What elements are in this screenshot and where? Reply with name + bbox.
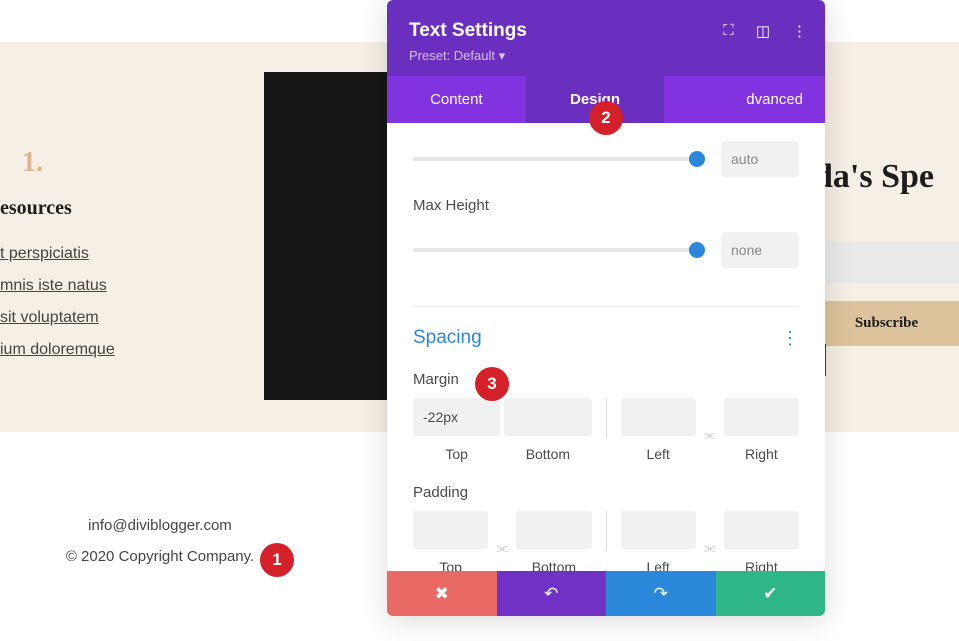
column-number: 1. (0, 147, 185, 179)
settings-panel: Text Settings Preset: Default ▾ ⛶ ◫ ⋮ Co… (387, 0, 825, 616)
slider-thumb[interactable] (689, 151, 705, 167)
preset-dropdown[interactable]: Preset: Default ▾ (409, 48, 803, 64)
undo-button[interactable]: ↶ (497, 571, 607, 616)
list-item[interactable]: ium doloremque (0, 338, 185, 362)
padding-label: Padding (413, 484, 799, 501)
margin-top-input[interactable] (413, 398, 500, 436)
columns-icon[interactable]: ◫ (756, 22, 770, 40)
padding-left-input[interactable] (621, 511, 696, 549)
max-height-label: Max Height (413, 197, 799, 214)
more-icon[interactable]: ⋮ (792, 22, 807, 40)
padding-top-input[interactable] (413, 511, 488, 549)
padding-right-input[interactable] (724, 511, 799, 549)
redo-button[interactable]: ↷ (606, 571, 716, 616)
margin-bottom-input[interactable] (504, 398, 591, 436)
tab-content[interactable]: Content (387, 76, 526, 123)
right-column: da's Spe Subscribe (814, 158, 959, 346)
slider-thumb[interactable] (689, 242, 705, 258)
label-bottom: Bottom (516, 559, 591, 571)
input-placeholder-bar[interactable] (814, 241, 959, 283)
margin-label: Margin (413, 371, 799, 388)
padding-bottom-input[interactable] (516, 511, 591, 549)
margin-inputs: Top Bottom Left ⫘ Right (413, 398, 799, 462)
link-icon[interactable]: ⫘ (700, 530, 720, 556)
label-bottom: Bottom (504, 446, 591, 462)
padding-inputs: Top ⫘ Bottom Left ⫘ Right (413, 511, 799, 571)
max-height-slider-row: none (413, 232, 799, 268)
spacing-section[interactable]: Spacing ⋮ (413, 306, 799, 349)
cancel-button[interactable]: ✖ (387, 571, 497, 616)
spacing-label: Spacing (413, 327, 482, 349)
annotation-badge-3: 3 (475, 367, 509, 401)
resource-links: t perspiciatis mnis iste natus sit volup… (0, 242, 185, 362)
link-icon[interactable]: ⫘ (492, 530, 512, 556)
subscribe-button[interactable]: Subscribe (814, 301, 959, 346)
confirm-button[interactable]: ✔ (716, 571, 826, 616)
divider (606, 398, 607, 438)
tab-advanced[interactable]: dvanced (664, 76, 825, 123)
column-heading: esources (0, 197, 185, 220)
width-slider-row: auto (413, 141, 799, 177)
list-item[interactable]: t perspiciatis (0, 242, 185, 266)
footer-email: info@diviblogger.com (0, 517, 320, 534)
panel-header-icons: ⛶ ◫ ⋮ (723, 22, 807, 40)
margin-left-input[interactable] (621, 398, 696, 436)
label-right: Right (724, 559, 799, 571)
divider (606, 511, 607, 551)
spacing-more-icon[interactable]: ⋮ (781, 328, 799, 349)
annotation-badge-2: 2 (589, 101, 623, 135)
max-height-value[interactable]: none (721, 232, 799, 268)
max-height-slider[interactable] (413, 248, 705, 252)
list-item[interactable]: sit voluptatem (0, 306, 185, 330)
panel-footer: ✖ ↶ ↷ ✔ (387, 571, 825, 616)
list-item[interactable]: mnis iste natus (0, 274, 185, 298)
label-top: Top (413, 446, 500, 462)
label-right: Right (724, 446, 799, 462)
link-icon[interactable]: ⫘ (700, 417, 720, 443)
annotation-badge-1: 1 (260, 543, 294, 577)
label-left: Left (621, 446, 696, 462)
left-column: 1. esources t perspiciatis mnis iste nat… (0, 147, 185, 370)
margin-right-input[interactable] (724, 398, 799, 436)
expand-icon[interactable]: ⛶ (723, 22, 734, 40)
panel-body: auto Max Height none Spacing ⋮ Margin To… (387, 123, 825, 571)
label-left: Left (621, 559, 696, 571)
width-value[interactable]: auto (721, 141, 799, 177)
width-slider[interactable] (413, 157, 705, 161)
right-title: da's Spe (814, 158, 959, 196)
panel-header: Text Settings Preset: Default ▾ ⛶ ◫ ⋮ (387, 0, 825, 76)
label-top: Top (413, 559, 488, 571)
